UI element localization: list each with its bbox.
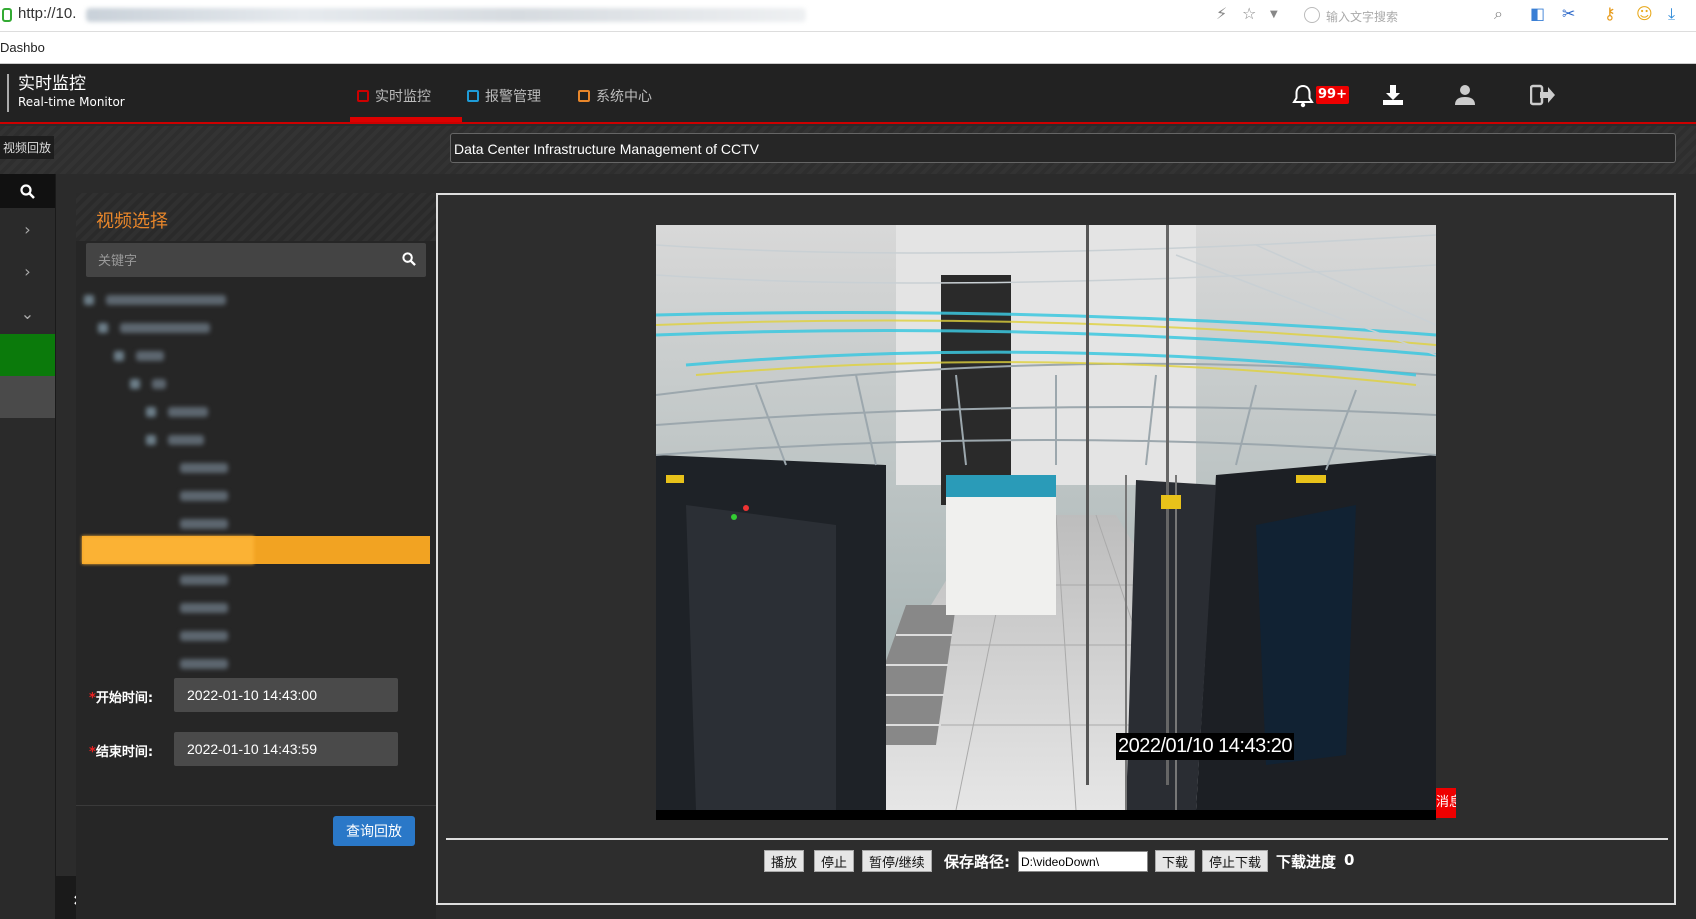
video-frame[interactable]: 2022/01/10 14:43:20	[656, 225, 1436, 820]
browser-tab-title[interactable]: Dashbo	[0, 40, 45, 55]
nav-label: 实时监控	[375, 89, 431, 105]
chevron-right-icon[interactable]: ›	[0, 250, 55, 292]
divider	[76, 805, 436, 806]
system-title-box: Data Center Infrastructure Management of…	[450, 133, 1676, 163]
translate-icon[interactable]: ◧	[1530, 4, 1545, 23]
left-rail: › › ⌄	[0, 174, 106, 919]
tree-node[interactable]	[98, 317, 210, 337]
video-timestamp-osd: 2022/01/10 14:43:20	[1116, 733, 1295, 760]
start-time-label: *开始时间:	[89, 691, 154, 706]
tree-node[interactable]	[180, 485, 228, 505]
sub-header: 视频回放 Data Center Infrastructure Manageme…	[0, 126, 1696, 174]
download-button[interactable]: 下载	[1155, 850, 1196, 872]
rail-item[interactable]	[0, 376, 55, 418]
key-icon[interactable]: ⚷	[1604, 4, 1616, 23]
end-time-input[interactable]	[174, 732, 398, 766]
brand: 实时监控 Real-time Monitor	[7, 74, 125, 112]
start-time-input[interactable]	[174, 678, 398, 712]
keyword-search-input[interactable]	[86, 243, 386, 277]
nav-square-icon	[578, 90, 590, 102]
logout-icon[interactable]	[1529, 84, 1556, 110]
smiley-icon[interactable]: ☺	[1636, 4, 1653, 23]
browser-address-bar[interactable]: http://10. ⚡ ☆ ▼ 输入文字搜索 ⌕ ◧ ✂ ⚷ ☺ ⤓	[0, 0, 1696, 32]
star-icon[interactable]: ☆	[1242, 4, 1256, 23]
download-progress-label: 下载进度	[1276, 853, 1337, 871]
nav-realtime-monitor[interactable]: 实时监控	[357, 86, 431, 106]
breadcrumb[interactable]: 视频回放	[0, 136, 55, 159]
rail-item-active[interactable]	[0, 334, 55, 376]
chevron-down-icon[interactable]: ⌄	[0, 292, 55, 334]
nav-system-center[interactable]: 系统中心	[578, 86, 652, 106]
tree-node[interactable]	[180, 457, 228, 477]
tree-node[interactable]	[180, 597, 228, 617]
tree-node[interactable]	[146, 401, 208, 421]
end-time-label: *结束时间:	[89, 745, 154, 760]
nav-square-icon	[467, 90, 479, 102]
tree-node[interactable]	[146, 429, 204, 449]
browser-search-box[interactable]: 输入文字搜索	[1300, 6, 1504, 26]
url-redacted	[86, 8, 806, 22]
alert-count-badge[interactable]: 99+	[1316, 86, 1349, 104]
tree-node[interactable]	[180, 625, 228, 645]
search-engine-icon	[1304, 7, 1320, 23]
chevron-down-icon[interactable]: ▼	[1270, 9, 1278, 20]
brand-subtitle: Real-time Monitor	[18, 95, 125, 109]
nav-square-icon	[357, 90, 369, 102]
panel-title: 视频选择	[96, 211, 168, 232]
tree-node-selected[interactable]	[82, 536, 430, 564]
nav-label: 报警管理	[485, 89, 541, 105]
video-player-panel: 2022/01/10 14:43:20 消息 播放 停止 暂停/继续 保存路径:…	[436, 193, 1676, 905]
search-icon[interactable]	[0, 174, 55, 208]
magnifier-icon[interactable]: ⌕	[1494, 4, 1503, 24]
bell-icon[interactable]	[1292, 84, 1314, 112]
secure-lock-icon	[2, 8, 12, 22]
message-tag[interactable]: 消息	[1436, 788, 1456, 818]
cctv-scene-image	[656, 225, 1436, 811]
query-playback-button[interactable]: 查询回放	[333, 816, 415, 846]
download-icon[interactable]	[1382, 84, 1404, 110]
browser-tab-strip: Dashbo	[0, 32, 1696, 64]
nav-label: 系统中心	[596, 89, 652, 105]
tree-node[interactable]	[180, 653, 228, 673]
play-button[interactable]: 播放	[764, 850, 805, 872]
brand-title: 实时监控	[18, 74, 86, 94]
download-arrow-icon[interactable]: ⤓	[1668, 4, 1675, 24]
tree-node[interactable]	[114, 345, 164, 365]
stop-button[interactable]: 停止	[814, 850, 855, 872]
app-header: 实时监控 Real-time Monitor 实时监控 报警管理 系统中心 99…	[0, 64, 1696, 124]
url-text[interactable]: http://10.	[18, 5, 76, 22]
user-icon[interactable]	[1454, 84, 1476, 110]
chevron-right-icon[interactable]: ›	[0, 208, 55, 250]
lightning-icon[interactable]: ⚡	[1216, 4, 1227, 23]
download-progress-value: 0	[1344, 851, 1355, 869]
nav-active-indicator	[350, 117, 462, 122]
browser-search-placeholder: 输入文字搜索	[1326, 10, 1399, 24]
pause-resume-button[interactable]: 暂停/继续	[862, 850, 932, 872]
save-path-label: 保存路径:	[944, 853, 1010, 871]
tree-node[interactable]	[180, 513, 228, 533]
stop-download-button[interactable]: 停止下载	[1202, 850, 1269, 872]
nav-alarm-management[interactable]: 报警管理	[467, 86, 541, 106]
tree-node[interactable]	[130, 373, 166, 393]
scissors-icon[interactable]: ✂	[1562, 4, 1575, 23]
search-icon[interactable]	[402, 251, 416, 270]
tree-node[interactable]	[180, 569, 228, 589]
video-progress-strip[interactable]	[656, 810, 1436, 820]
controls-divider	[446, 838, 1668, 840]
system-title: Data Center Infrastructure Management of…	[454, 141, 760, 157]
tree-node[interactable]	[84, 289, 226, 309]
video-selection-panel: 视频选择 *开始时间: *结束时间: 查询回放	[76, 193, 436, 919]
save-path-input[interactable]	[1018, 851, 1148, 872]
keyword-search	[86, 243, 426, 277]
